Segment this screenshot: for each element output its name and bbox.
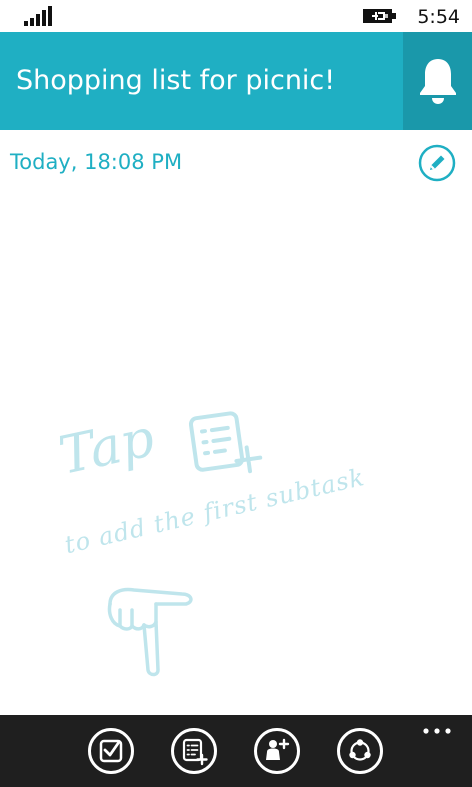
complete-task-button[interactable] <box>87 727 135 775</box>
add-person-icon <box>254 728 300 774</box>
app-bar <box>0 715 472 787</box>
task-detail-screen: 5:54 Shopping list for picnic! Today, 18… <box>0 0 472 787</box>
battery-charging-icon <box>363 9 396 23</box>
assign-person-button[interactable] <box>253 727 301 775</box>
signal-icon <box>24 6 52 26</box>
add-subtask-button[interactable] <box>170 727 218 775</box>
empty-state-hint: Tap to add the first subtask <box>40 400 440 690</box>
more-options-button[interactable] <box>420 721 454 741</box>
edit-button[interactable] <box>418 144 456 182</box>
hint-tap-text: Tap <box>54 408 160 487</box>
share-icon <box>337 728 383 774</box>
reminder-button[interactable] <box>403 32 472 130</box>
task-header: Shopping list for picnic! <box>0 32 472 130</box>
bell-icon <box>420 59 456 104</box>
pointing-hand-icon <box>107 587 193 677</box>
ellipsis-icon <box>423 728 451 734</box>
add-subtask-icon <box>171 728 217 774</box>
status-bar: 5:54 <box>0 0 472 32</box>
task-date: Today, 18:08 PM <box>10 150 183 174</box>
pencil-icon <box>418 144 456 182</box>
share-button[interactable] <box>336 727 384 775</box>
status-time: 5:54 <box>417 6 460 28</box>
task-title[interactable]: Shopping list for picnic! <box>16 32 396 130</box>
add-subtask-icon <box>188 411 263 474</box>
complete-check-icon <box>88 728 134 774</box>
